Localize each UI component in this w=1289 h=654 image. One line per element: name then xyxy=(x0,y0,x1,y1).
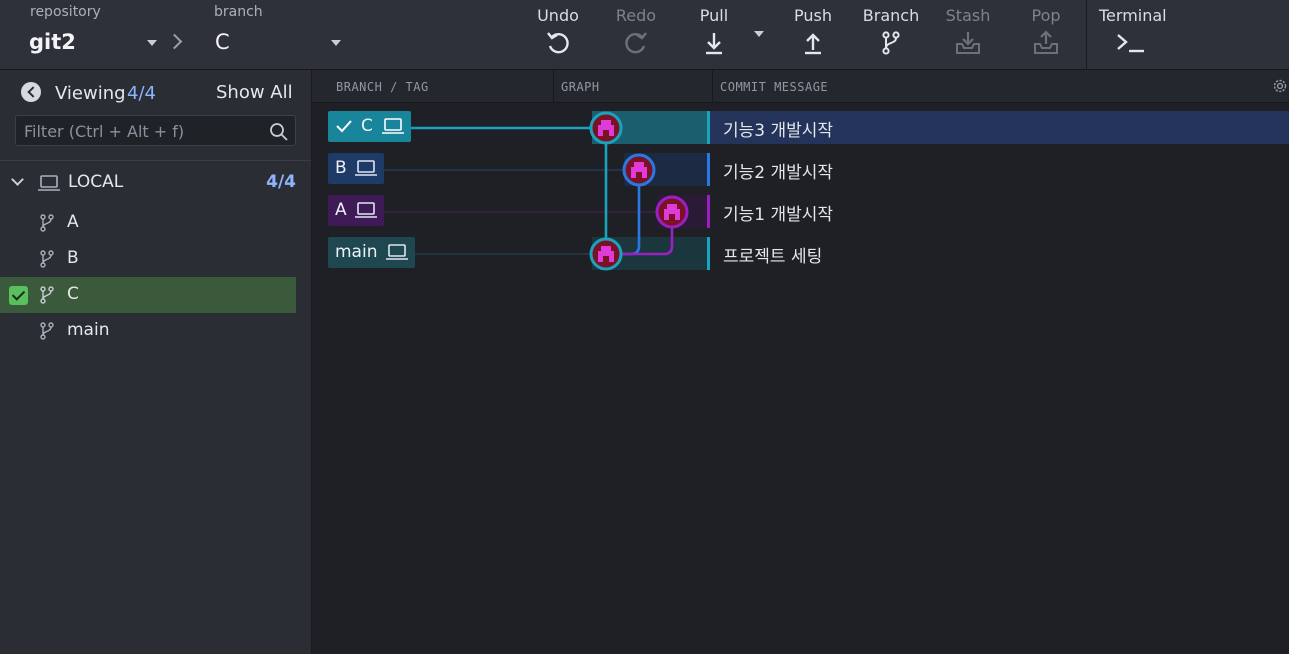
commit-message[interactable]: 프로젝트 세팅 xyxy=(723,242,822,267)
avatar-icon[interactable] xyxy=(589,237,623,271)
branch-dropdown-caret-icon[interactable] xyxy=(331,40,341,46)
filter-input[interactable] xyxy=(24,120,264,142)
stash-icon xyxy=(956,32,980,54)
pull-icon xyxy=(706,33,722,55)
branch-selector[interactable]: C xyxy=(215,30,230,54)
branch-tag-main[interactable]: main xyxy=(328,237,415,268)
pull-label: Pull xyxy=(699,6,729,25)
sidebar-branch-a[interactable]: A xyxy=(0,205,296,241)
branch-tag-name: main xyxy=(335,242,378,262)
undo-button[interactable]: Undo xyxy=(528,0,588,70)
commit-message[interactable]: 기능1 개발시작 xyxy=(723,200,833,225)
repository-selector[interactable]: git2 xyxy=(29,30,76,54)
sidebar-branch-b[interactable]: B xyxy=(0,241,296,277)
push-button[interactable]: Push xyxy=(783,0,843,70)
laptop-icon xyxy=(355,202,377,218)
branch-button-label: Branch xyxy=(862,6,920,25)
sidebar-branch-name: C xyxy=(67,284,79,304)
branch-label: branch xyxy=(214,4,263,20)
row-color-bar xyxy=(707,153,710,186)
viewing-count: 4/4 xyxy=(127,83,156,104)
breadcrumb-chevron-icon xyxy=(166,33,183,50)
row-color-bar xyxy=(707,195,710,228)
redo-label: Redo xyxy=(615,6,657,25)
commit-graph-panel: BRANCH / TAG GRAPH COMMIT MESSAGE C B A … xyxy=(312,70,1289,654)
avatar-icon[interactable] xyxy=(622,153,656,187)
toolbar-divider xyxy=(1086,0,1087,70)
branch-tag-a[interactable]: A xyxy=(328,195,384,226)
row-color-bar xyxy=(707,111,710,144)
terminal-label: Terminal xyxy=(1099,6,1167,25)
filter-box xyxy=(15,115,296,146)
sidebar-branch-name: A xyxy=(67,212,79,232)
laptop-icon xyxy=(382,118,404,134)
branch-icon xyxy=(40,250,54,268)
stash-button[interactable]: Stash xyxy=(938,0,998,70)
pull-options-caret-icon[interactable] xyxy=(754,31,764,37)
back-arrow-icon[interactable] xyxy=(21,82,41,102)
pop-icon xyxy=(1034,30,1058,54)
terminal-icon xyxy=(1117,34,1144,53)
show-all-button[interactable]: Show All xyxy=(216,82,293,103)
redo-icon xyxy=(625,32,647,54)
laptop-icon xyxy=(355,160,377,176)
sidebar-divider xyxy=(0,160,311,161)
sidebar: Viewing 4/4 Show All LOCAL 4/4 A xyxy=(0,70,312,654)
sidebar-branch-name: main xyxy=(67,320,110,340)
pop-label: Pop xyxy=(1031,6,1061,25)
pull-button[interactable]: Pull xyxy=(684,0,744,70)
viewing-label: Viewing xyxy=(55,83,126,104)
laptop-icon xyxy=(38,175,60,191)
sidebar-branch-name: B xyxy=(67,248,79,268)
sidebar-branch-c[interactable]: C xyxy=(0,277,296,313)
branch-tag-name: C xyxy=(361,116,373,136)
branch-icon xyxy=(40,286,54,304)
undo-label: Undo xyxy=(537,6,579,25)
stash-label: Stash xyxy=(945,6,991,25)
branch-tag-name: A xyxy=(335,200,347,220)
check-icon xyxy=(9,286,28,305)
repository-dropdown-caret-icon[interactable] xyxy=(147,40,157,46)
sidebar-branch-main[interactable]: main xyxy=(0,313,296,349)
branch-button[interactable]: Branch xyxy=(858,0,924,70)
commit-message[interactable]: 기능3 개발시작 xyxy=(723,116,833,141)
search-icon[interactable] xyxy=(269,122,289,142)
local-section-header[interactable]: LOCAL 4/4 xyxy=(0,168,296,198)
laptop-icon xyxy=(386,244,408,260)
check-icon xyxy=(336,120,352,133)
undo-icon xyxy=(547,32,569,54)
avatar-icon[interactable] xyxy=(655,195,689,229)
repository-label: repository xyxy=(30,4,101,20)
branch-icon xyxy=(40,214,54,232)
push-icon xyxy=(805,33,821,55)
branch-icon xyxy=(882,31,900,55)
viewing-row: Viewing 4/4 Show All xyxy=(0,70,311,114)
branch-icon xyxy=(40,322,54,340)
terminal-button[interactable]: Terminal xyxy=(1096,0,1170,70)
toolbar: repository git2 branch C Undo Redo Pull … xyxy=(0,0,1289,70)
branch-tag-c[interactable]: C xyxy=(328,111,411,142)
avatar-icon[interactable] xyxy=(589,111,623,145)
commit-message[interactable]: 기능2 개발시작 xyxy=(723,158,833,183)
pop-button[interactable]: Pop xyxy=(1016,0,1076,70)
row-color-bar xyxy=(707,237,710,270)
redo-button[interactable]: Redo xyxy=(606,0,666,70)
push-label: Push xyxy=(794,6,832,25)
branch-tag-name: B xyxy=(335,158,347,178)
local-section-count: 4/4 xyxy=(266,172,296,192)
branch-tag-b[interactable]: B xyxy=(328,153,384,184)
chevron-down-icon[interactable] xyxy=(11,173,24,186)
local-section-label: LOCAL xyxy=(68,172,124,192)
